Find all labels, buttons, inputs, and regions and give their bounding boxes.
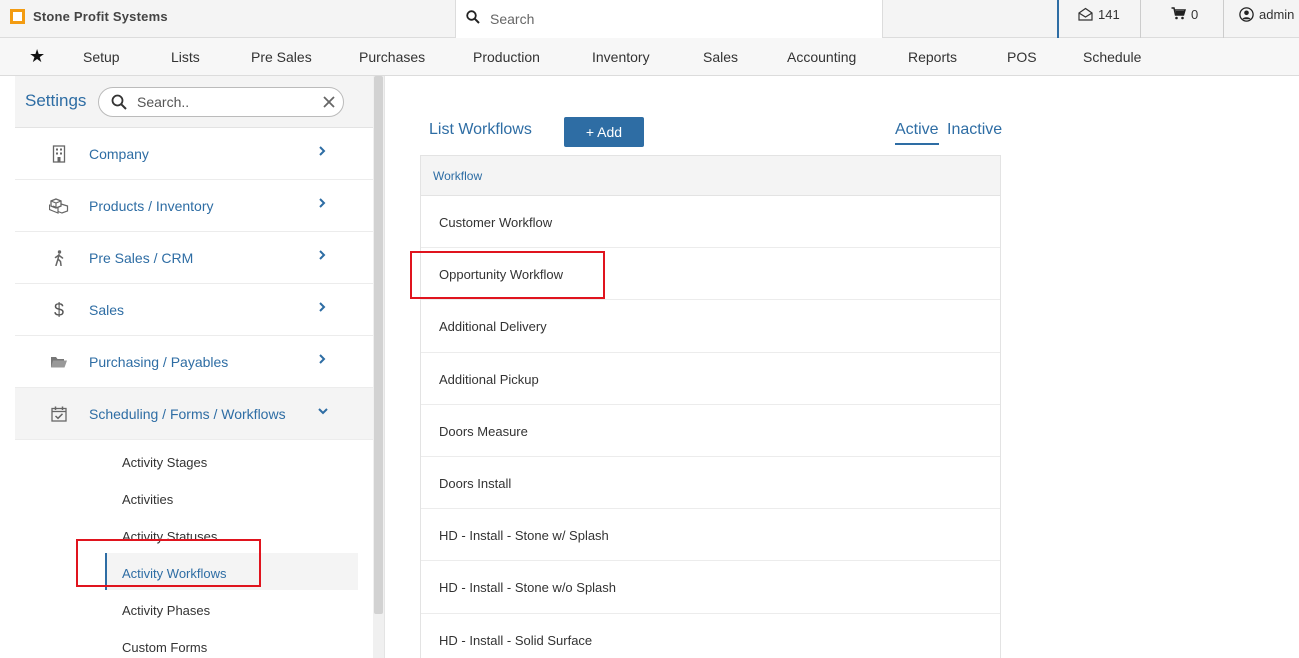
- sidebar-section-label: Company: [89, 146, 149, 162]
- sidebar-section-label: Purchasing / Payables: [89, 354, 229, 370]
- page-title: List Workflows: [429, 121, 532, 138]
- search-icon: [111, 94, 127, 110]
- cart-icon: [1171, 7, 1186, 20]
- nav-purchases[interactable]: Purchases: [359, 49, 425, 65]
- global-search-input[interactable]: [490, 11, 870, 27]
- tab-active[interactable]: Active: [895, 121, 939, 145]
- sidebar-header: Settings: [15, 76, 373, 128]
- user-circle-icon: [1239, 7, 1254, 22]
- sidebar-section-label: Sales: [89, 302, 125, 318]
- table-header-workflow[interactable]: Workflow: [421, 156, 1000, 196]
- sidebar-search: [98, 87, 344, 117]
- sidebar-sub-activity-statuses[interactable]: Activity Statuses: [105, 516, 358, 553]
- messages-button[interactable]: 141: [1057, 0, 1140, 38]
- sidebar-section-label: Products / Inventory: [89, 198, 214, 214]
- table-row[interactable]: Additional Delivery: [421, 300, 1000, 353]
- sidebar-sub-activity-workflows[interactable]: Activity Workflows: [105, 553, 358, 590]
- chevron-down-icon: [317, 407, 329, 415]
- chevron-right-icon: [318, 197, 326, 209]
- sidebar-scrollbar-thumb[interactable]: [374, 76, 383, 614]
- dollar-icon: $: [53, 299, 64, 320]
- tab-inactive[interactable]: Inactive: [947, 121, 1002, 139]
- building-icon: [49, 144, 69, 164]
- nav-inventory[interactable]: Inventory: [592, 49, 650, 65]
- table-row[interactable]: Doors Install: [421, 457, 1000, 510]
- table-row[interactable]: Customer Workflow: [421, 196, 1000, 249]
- nav-lists[interactable]: Lists: [171, 49, 200, 65]
- table-row[interactable]: Additional Pickup: [421, 353, 1000, 405]
- sidebar-section-label: Scheduling / Forms / Workflows: [89, 406, 286, 422]
- sidebar-search-input[interactable]: [137, 94, 307, 110]
- table-row[interactable]: HD - Install - Solid Surface: [421, 614, 1000, 658]
- sidebar-sub-activities[interactable]: Activities: [105, 479, 358, 516]
- cart-count: 0: [1191, 7, 1199, 22]
- app-logo[interactable]: Stone Profit Systems: [10, 9, 168, 24]
- boxes-icon: [49, 196, 69, 216]
- nav-setup[interactable]: Setup: [83, 49, 120, 65]
- folder-icon: [49, 352, 69, 372]
- settings-sidebar: Settings Company Products / Inventory: [15, 76, 373, 658]
- nav-schedule[interactable]: Schedule: [1083, 49, 1141, 65]
- walking-person-icon: [49, 248, 69, 268]
- workflow-table: Workflow Customer Workflow Opportunity W…: [420, 155, 1001, 658]
- sidebar-section-label: Pre Sales / CRM: [89, 250, 194, 266]
- envelope-icon: [1078, 7, 1093, 21]
- sidebar-sub-activity-phases[interactable]: Activity Phases: [105, 590, 358, 627]
- user-menu[interactable]: admin: [1223, 0, 1299, 38]
- sidebar-title: Settings: [25, 91, 87, 110]
- add-workflow-button[interactable]: + Add: [564, 117, 644, 147]
- user-name: admin: [1259, 7, 1295, 22]
- favorites-star-icon[interactable]: ★: [29, 47, 45, 65]
- sidebar-section-products-inventory[interactable]: Products / Inventory: [15, 180, 373, 232]
- nav-reports[interactable]: Reports: [908, 49, 957, 65]
- nav-pre-sales[interactable]: Pre Sales: [251, 49, 312, 65]
- nav-sales[interactable]: Sales: [703, 49, 738, 65]
- messages-count: 141: [1098, 7, 1120, 22]
- nav-accounting[interactable]: Accounting: [787, 49, 856, 65]
- sidebar-sub-custom-forms[interactable]: Custom Forms: [105, 627, 358, 658]
- table-row[interactable]: HD - Install - Stone w/ Splash: [421, 509, 1000, 562]
- sidebar-sub-activity-stages[interactable]: Activity Stages: [105, 442, 358, 479]
- calendar-check-icon: [49, 404, 69, 424]
- sidebar-section-company[interactable]: Company: [15, 128, 373, 180]
- table-row[interactable]: Opportunity Workflow: [421, 248, 1000, 301]
- search-icon: [466, 9, 480, 29]
- sidebar-section-scheduling-forms-workflows[interactable]: Scheduling / Forms / Workflows: [15, 388, 373, 440]
- top-right-controls: 141 0 admin: [1057, 0, 1299, 38]
- logo-square-icon: [10, 9, 25, 24]
- global-search: [455, 0, 883, 38]
- app-name: Stone Profit Systems: [33, 9, 168, 24]
- nav-production[interactable]: Production: [473, 49, 540, 65]
- chevron-right-icon: [318, 249, 326, 261]
- chevron-right-icon: [318, 301, 326, 313]
- main-nav: ★ Setup Lists Pre Sales Purchases Produc…: [0, 38, 1299, 76]
- cart-button[interactable]: 0: [1140, 0, 1223, 38]
- chevron-right-icon: [318, 353, 326, 365]
- panel-divider: [384, 76, 385, 658]
- sidebar-section-purchasing-payables[interactable]: Purchasing / Payables: [15, 336, 373, 388]
- table-row[interactable]: HD - Install - Stone w/o Splash: [421, 561, 1000, 614]
- nav-pos[interactable]: POS: [1007, 49, 1037, 65]
- sidebar-section-pre-sales-crm[interactable]: Pre Sales / CRM: [15, 232, 373, 284]
- table-row[interactable]: Doors Measure: [421, 405, 1000, 457]
- chevron-right-icon: [318, 145, 326, 157]
- clear-search-icon[interactable]: [321, 94, 337, 110]
- top-bar: Stone Profit Systems 141 0 admin: [0, 0, 1299, 38]
- sidebar-section-sales[interactable]: $ Sales: [15, 284, 373, 336]
